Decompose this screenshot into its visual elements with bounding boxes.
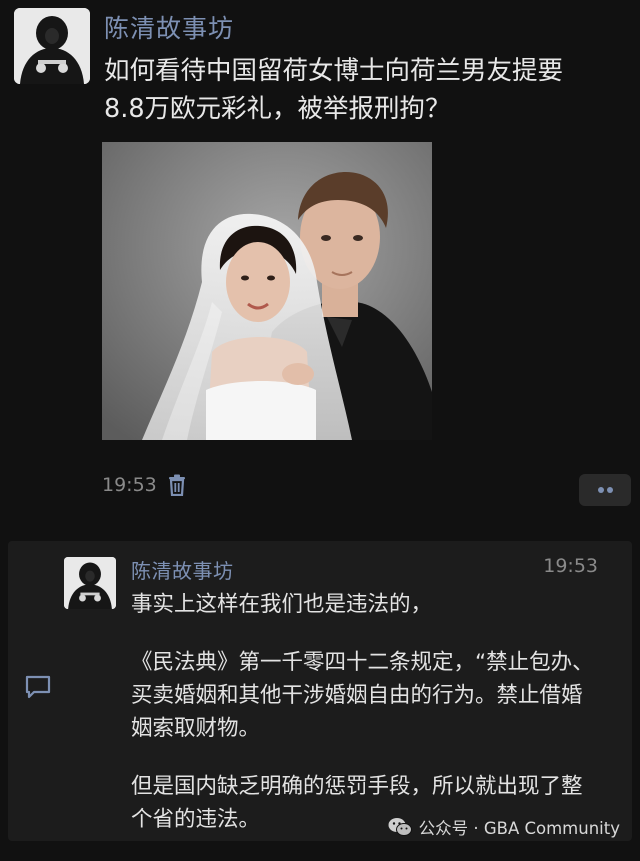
comment-author-name[interactable]: 陈清故事坊 xyxy=(131,555,234,584)
post-author-name[interactable]: 陈清故事坊 xyxy=(104,9,234,45)
comment-paragraph: 事实上这样在我们也是违法的， xyxy=(131,592,433,617)
post-text: 如何看待中国留荷女博士向荷兰男友提要 8.8万欧元彩礼，被举报刑拘？ xyxy=(104,52,624,128)
watermark-text: 公众号 · GBA Community xyxy=(418,819,620,838)
dot-icon xyxy=(598,487,604,493)
post-time: 19:53 xyxy=(102,474,157,496)
wechat-logo-icon xyxy=(388,817,412,837)
moment-post: 陈清故事坊 如何看待中国留荷女博士向荷兰男友提要 8.8万欧元彩礼，被举报刑拘？ xyxy=(0,0,640,530)
dot-icon xyxy=(607,487,613,493)
comment-time: 19:53 xyxy=(543,555,598,577)
wedding-photo xyxy=(102,142,432,440)
post-text-line: 8.8万欧元彩礼，被举报刑拘？ xyxy=(104,94,451,124)
comment-paragraph: 《民法典》第一千零四十二条规定，“禁止包办、买卖婚姻和其他干涉婚姻自由的行为。禁… xyxy=(131,650,594,741)
post-photo[interactable] xyxy=(102,142,432,440)
post-text-line: 如何看待中国留荷女博士向荷兰男友提要 xyxy=(104,56,564,86)
post-meta: 19:53 xyxy=(102,474,187,497)
comment-section: 陈清故事坊 19:53 事实上这样在我们也是违法的， 《民法典》第一千零四十二条… xyxy=(8,541,632,841)
trash-icon[interactable] xyxy=(167,474,187,497)
comment-avatar[interactable] xyxy=(64,557,116,609)
avatar[interactable] xyxy=(14,8,90,84)
comment-bubble-icon xyxy=(23,674,53,700)
avatar-image xyxy=(64,557,116,609)
watermark: 公众号 · GBA Community xyxy=(388,815,620,839)
avatar-image xyxy=(14,8,90,84)
more-actions-button[interactable] xyxy=(579,474,631,506)
